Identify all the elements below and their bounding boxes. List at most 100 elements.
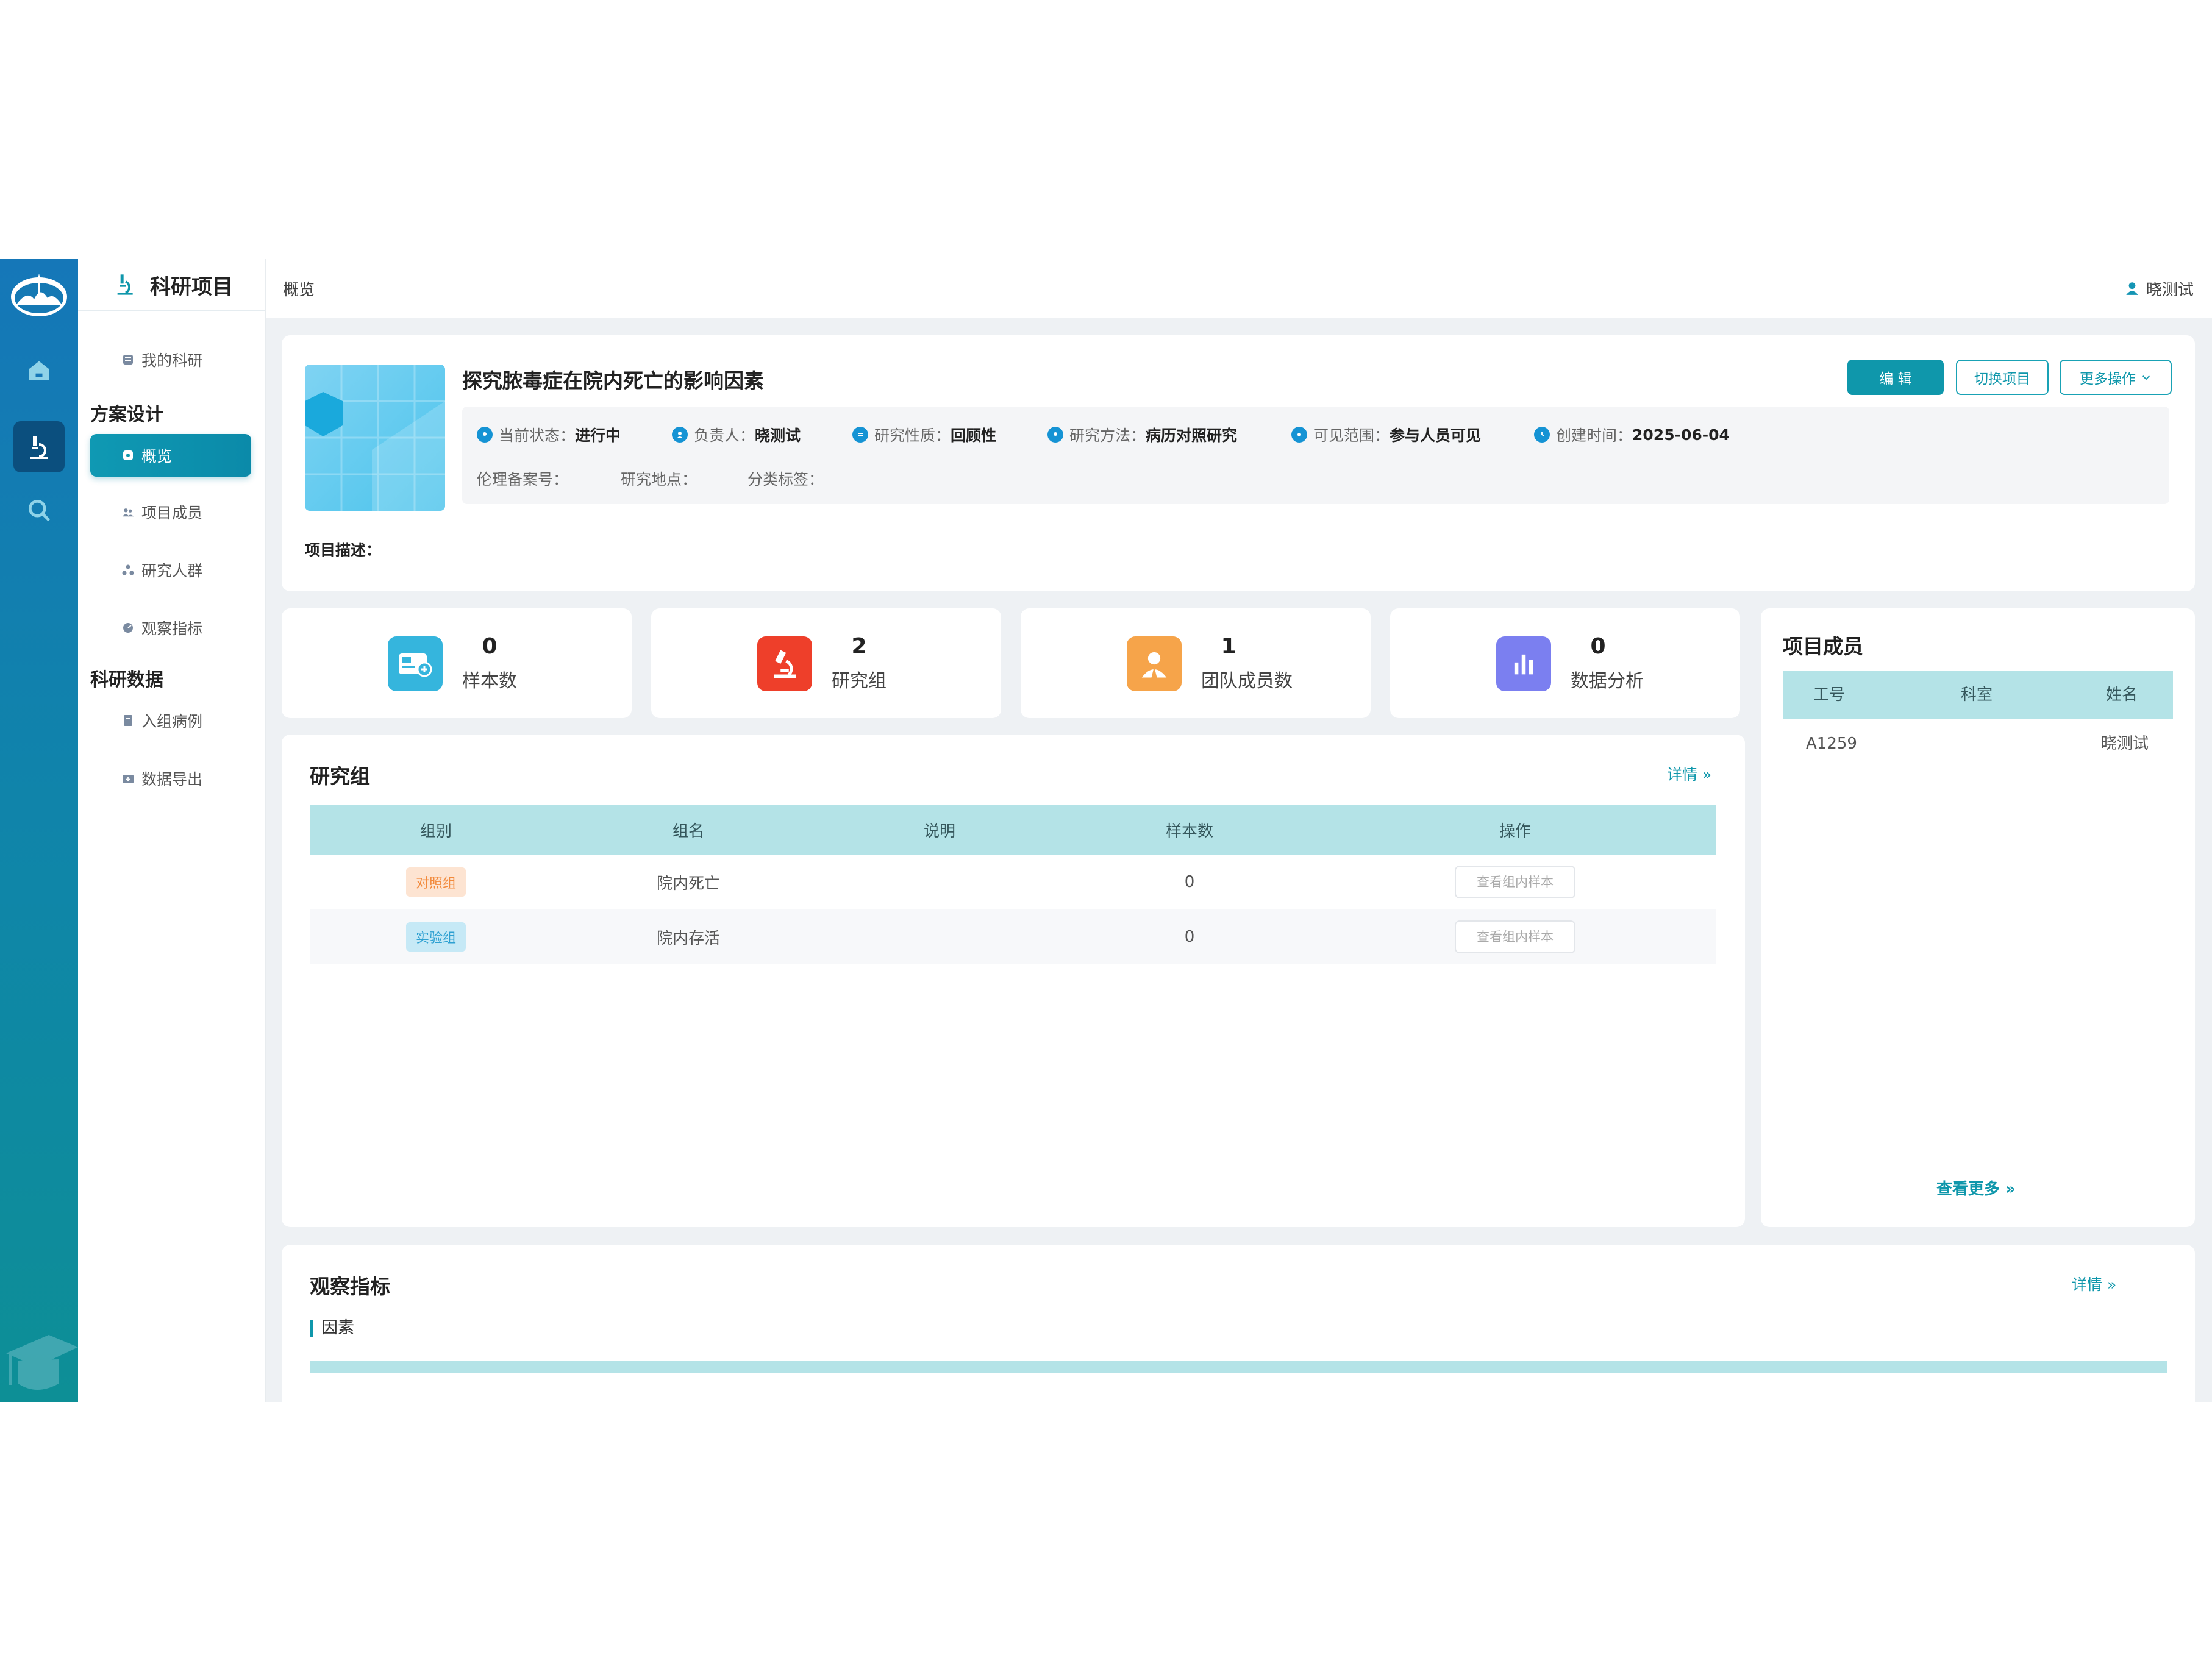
switch-project-button[interactable]: 切换项目 bbox=[1956, 360, 2049, 395]
site-label: 研究地点： bbox=[621, 471, 697, 488]
meta-nature: 研究性质： 回顾性 bbox=[852, 424, 996, 446]
view-more-link[interactable]: 查看更多 » bbox=[1936, 1176, 2016, 1199]
graduation-hat-icon bbox=[0, 1323, 78, 1402]
stat-label: 数据分析 bbox=[1571, 671, 1644, 692]
icon-rail bbox=[0, 259, 78, 1402]
indicators-card: 观察指标 详情 » 因素 bbox=[282, 1245, 2195, 1402]
card-title: 研究组 bbox=[310, 764, 370, 788]
factor-section-label: 因素 bbox=[310, 1320, 354, 1337]
owner-value: 晓测试 bbox=[755, 427, 801, 444]
sidebar-item-members[interactable]: 项目成员 bbox=[90, 491, 251, 533]
stat-card-analysis[interactable]: 0 数据分析 bbox=[1390, 608, 1740, 718]
search-icon[interactable] bbox=[13, 485, 65, 536]
sidebar-item-population[interactable]: 研究人群 bbox=[90, 549, 251, 591]
members-card: 项目成员 工号 科室 姓名 A1259 晓测试 查看更多 » bbox=[1761, 608, 2195, 1227]
meta-created: 创建时间： 2025-06-04 bbox=[1534, 424, 1730, 446]
visibility-value: 参与人员可见 bbox=[1390, 427, 1482, 444]
nature-icon bbox=[852, 427, 868, 443]
table-header: 工号 科室 姓名 bbox=[1783, 671, 2173, 719]
column-header: 科室 bbox=[1961, 686, 1993, 704]
microscope-icon bbox=[757, 636, 812, 691]
status-value: 进行中 bbox=[575, 427, 621, 444]
breadcrumb[interactable]: 概览 bbox=[283, 277, 315, 300]
chevron-down-icon bbox=[2142, 375, 2150, 380]
sidebar-item-my-research[interactable]: 我的科研 bbox=[90, 338, 251, 381]
project-description-label: 项目描述： bbox=[305, 541, 382, 559]
indicators-detail-link[interactable]: 详情 » bbox=[2072, 1273, 2116, 1295]
person-icon bbox=[672, 427, 688, 443]
sidebar-item-label: 观察指标 bbox=[141, 620, 203, 638]
stat-card-samples[interactable]: 0 样本数 bbox=[282, 608, 632, 718]
sidebar-item-enrolled-cases[interactable]: 入组病例 bbox=[90, 699, 251, 742]
research-groups-card: 研究组 详情 » 组别 组名 说明 样本数 操作 对照组 院内死亡 0 查看组内… bbox=[282, 735, 1745, 1227]
sidebar-item-label: 我的科研 bbox=[141, 352, 203, 369]
project-cover-image bbox=[305, 365, 445, 511]
gauge-icon bbox=[122, 622, 134, 634]
group-count: 0 bbox=[1184, 928, 1195, 946]
table-row: 对照组 院内死亡 0 查看组内样本 bbox=[310, 855, 1716, 909]
sidebar-item-label: 研究人群 bbox=[141, 562, 203, 580]
created-value: 2025-06-04 bbox=[1632, 425, 1730, 444]
stat-value: 2 bbox=[851, 634, 867, 659]
stat-card-team[interactable]: 1 团队成员数 bbox=[1021, 608, 1371, 718]
home-icon[interactable] bbox=[13, 346, 65, 397]
sidebar-item-indicators[interactable]: 观察指标 bbox=[90, 607, 251, 649]
edit-button[interactable]: 编 辑 bbox=[1847, 360, 1944, 395]
double-chevron-right-icon: » bbox=[2000, 1180, 2016, 1198]
list-icon bbox=[122, 354, 134, 366]
team-icon bbox=[1127, 636, 1182, 691]
sidebar-item-label: 入组病例 bbox=[141, 713, 203, 730]
app-root: 科研项目 我的科研 方案设计 概览 项目成员 研究人群 观察指标 科研数据 入组… bbox=[0, 259, 2212, 1402]
group-name: 院内死亡 bbox=[656, 874, 720, 893]
hierarchy-icon bbox=[122, 564, 134, 576]
double-chevron-right-icon: » bbox=[1697, 766, 1712, 783]
samples-icon bbox=[388, 636, 443, 691]
method-value: 病历对照研究 bbox=[1146, 427, 1238, 444]
more-actions-button[interactable]: 更多操作 bbox=[2060, 360, 2172, 395]
user-name: 晓测试 bbox=[2146, 280, 2194, 299]
table-row: 实验组 院内存活 0 查看组内样本 bbox=[310, 909, 1716, 964]
project-title: 探究脓毒症在院内死亡的影响因素 bbox=[462, 369, 764, 393]
view-samples-button[interactable]: 查看组内样本 bbox=[1455, 920, 1575, 953]
groups-table: 组别 组名 说明 样本数 操作 对照组 院内死亡 0 查看组内样本 实验组 院内… bbox=[310, 805, 1716, 964]
microscope-icon bbox=[117, 274, 133, 295]
project-meta: 当前状态： 进行中 负责人： 晓测试 研究性质： 回顾性 研究方法： 病历对照研究 可见… bbox=[462, 407, 2169, 504]
view-samples-button[interactable]: 查看组内样本 bbox=[1455, 866, 1575, 898]
column-header: 说明 bbox=[923, 822, 955, 841]
stat-label: 研究组 bbox=[832, 671, 887, 692]
export-icon bbox=[122, 772, 134, 785]
stat-label: 团队成员数 bbox=[1201, 671, 1293, 692]
column-header: 组名 bbox=[672, 822, 704, 841]
column-header: 操作 bbox=[1499, 822, 1531, 841]
meta-owner: 负责人： 晓测试 bbox=[672, 424, 801, 446]
column-header: 组别 bbox=[419, 822, 452, 841]
module-title: 科研项目 bbox=[150, 274, 233, 299]
section-title-design: 方案设计 bbox=[90, 404, 163, 425]
user-menu[interactable]: 晓测试 bbox=[2124, 277, 2194, 300]
groups-detail-link[interactable]: 详情 » bbox=[1667, 763, 1711, 785]
sidebar-item-overview[interactable]: 概览 bbox=[90, 434, 251, 477]
clock-icon bbox=[1534, 427, 1550, 443]
stat-value: 0 bbox=[1590, 634, 1606, 659]
sidebar-item-label: 概览 bbox=[141, 447, 173, 465]
group-count: 0 bbox=[1184, 873, 1195, 891]
double-chevron-right-icon: » bbox=[2102, 1276, 2117, 1293]
column-header: 工号 bbox=[1813, 686, 1846, 704]
users-icon bbox=[122, 506, 134, 518]
stat-card-groups[interactable]: 2 研究组 bbox=[651, 608, 1001, 718]
section-title-data: 科研数据 bbox=[90, 669, 163, 691]
stat-value: 1 bbox=[1221, 634, 1236, 659]
sidebar-item-data-export[interactable]: 数据导出 bbox=[90, 757, 251, 800]
sidebar-header: 科研项目 bbox=[78, 259, 265, 311]
bar-chart-icon bbox=[1496, 636, 1551, 691]
table-header: 组别 组名 说明 样本数 操作 bbox=[310, 805, 1716, 855]
nature-value: 回顾性 bbox=[951, 427, 997, 444]
indicators-table-header bbox=[310, 1361, 2167, 1373]
project-card: 探究脓毒症在院内死亡的影响因素 编 辑 切换项目 更多操作 当前状态： 进行中 负… bbox=[282, 335, 2195, 591]
microscope-icon[interactable] bbox=[13, 421, 65, 472]
tags-label: 分类标签： bbox=[747, 471, 824, 488]
card-title: 项目成员 bbox=[1783, 635, 1863, 658]
column-header: 姓名 bbox=[2106, 686, 2138, 704]
sidebar: 科研项目 我的科研 方案设计 概览 项目成员 研究人群 观察指标 科研数据 入组… bbox=[78, 259, 266, 1402]
more-actions-label: 更多操作 bbox=[2080, 371, 2136, 387]
